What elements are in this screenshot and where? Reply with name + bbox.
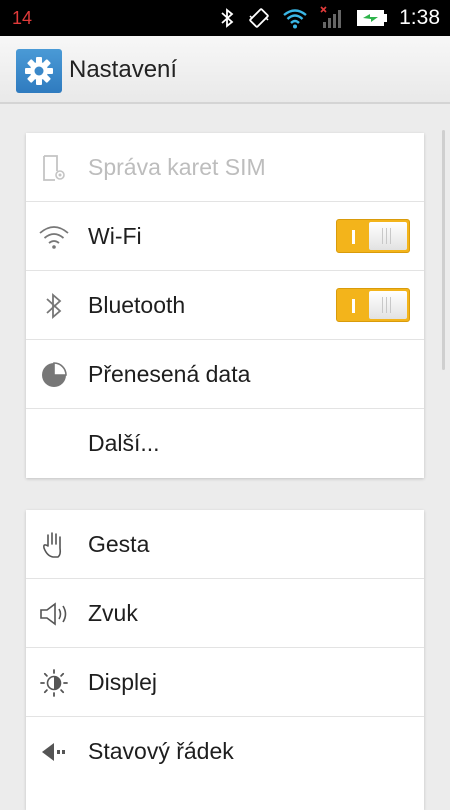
settings-item-bluetooth[interactable]: Bluetooth xyxy=(26,271,424,340)
status-bar: 14 1:38 xyxy=(0,0,450,36)
settings-item-sound[interactable]: Zvuk xyxy=(26,579,424,648)
settings-item-gestures[interactable]: Gesta xyxy=(26,510,424,579)
settings-item-label: Správa karet SIM xyxy=(88,154,266,180)
settings-item-more[interactable]: Další... xyxy=(26,409,424,478)
settings-item-label: Wi-Fi xyxy=(88,223,142,249)
clock: 1:38 xyxy=(399,6,440,29)
bluetooth-toggle[interactable] xyxy=(336,288,410,322)
settings-section-wireless: Správa karet SIM Wi-Fi Bluetooth Přenese… xyxy=(26,133,424,478)
wifi-toggle[interactable] xyxy=(336,219,410,253)
notification-count: 14 xyxy=(12,8,33,28)
wifi-icon xyxy=(38,221,70,253)
vibrate-icon xyxy=(247,6,271,30)
settings-item-label: Zvuk xyxy=(88,600,138,626)
page-title: Nastavení xyxy=(69,56,178,83)
action-bar: Nastavení xyxy=(0,36,450,104)
settings-item-label: Gesta xyxy=(88,531,150,557)
settings-item-label: Další... xyxy=(88,430,160,456)
wifi-icon xyxy=(281,6,309,30)
settings-item-label: Přenesená data xyxy=(88,361,251,387)
settings-item-display[interactable]: Displej xyxy=(26,648,424,717)
status-bar-icon xyxy=(38,736,70,768)
settings-item-wifi[interactable]: Wi-Fi xyxy=(26,202,424,271)
settings-section-device: Gesta Zvuk Displej Stavový řádek xyxy=(26,510,424,810)
data-usage-icon xyxy=(38,359,70,391)
sim-icon xyxy=(38,152,70,184)
scrollbar[interactable] xyxy=(442,130,445,370)
settings-item-status-bar[interactable]: Stavový řádek xyxy=(26,717,424,786)
bluetooth-icon xyxy=(38,290,70,322)
settings-item-label: Bluetooth xyxy=(88,292,186,318)
hand-gesture-icon xyxy=(38,529,70,561)
signal-icon xyxy=(318,6,346,30)
speaker-icon xyxy=(38,598,70,630)
settings-item-sim[interactable]: Správa karet SIM xyxy=(26,133,424,202)
settings-item-label: Stavový řádek xyxy=(88,738,234,764)
settings-gear-icon[interactable] xyxy=(16,49,62,93)
settings-item-data-usage[interactable]: Přenesená data xyxy=(26,340,424,409)
battery-charging-icon xyxy=(355,6,389,30)
bluetooth-icon xyxy=(218,6,236,30)
settings-item-label: Displej xyxy=(88,669,158,695)
brightness-icon xyxy=(38,667,70,699)
